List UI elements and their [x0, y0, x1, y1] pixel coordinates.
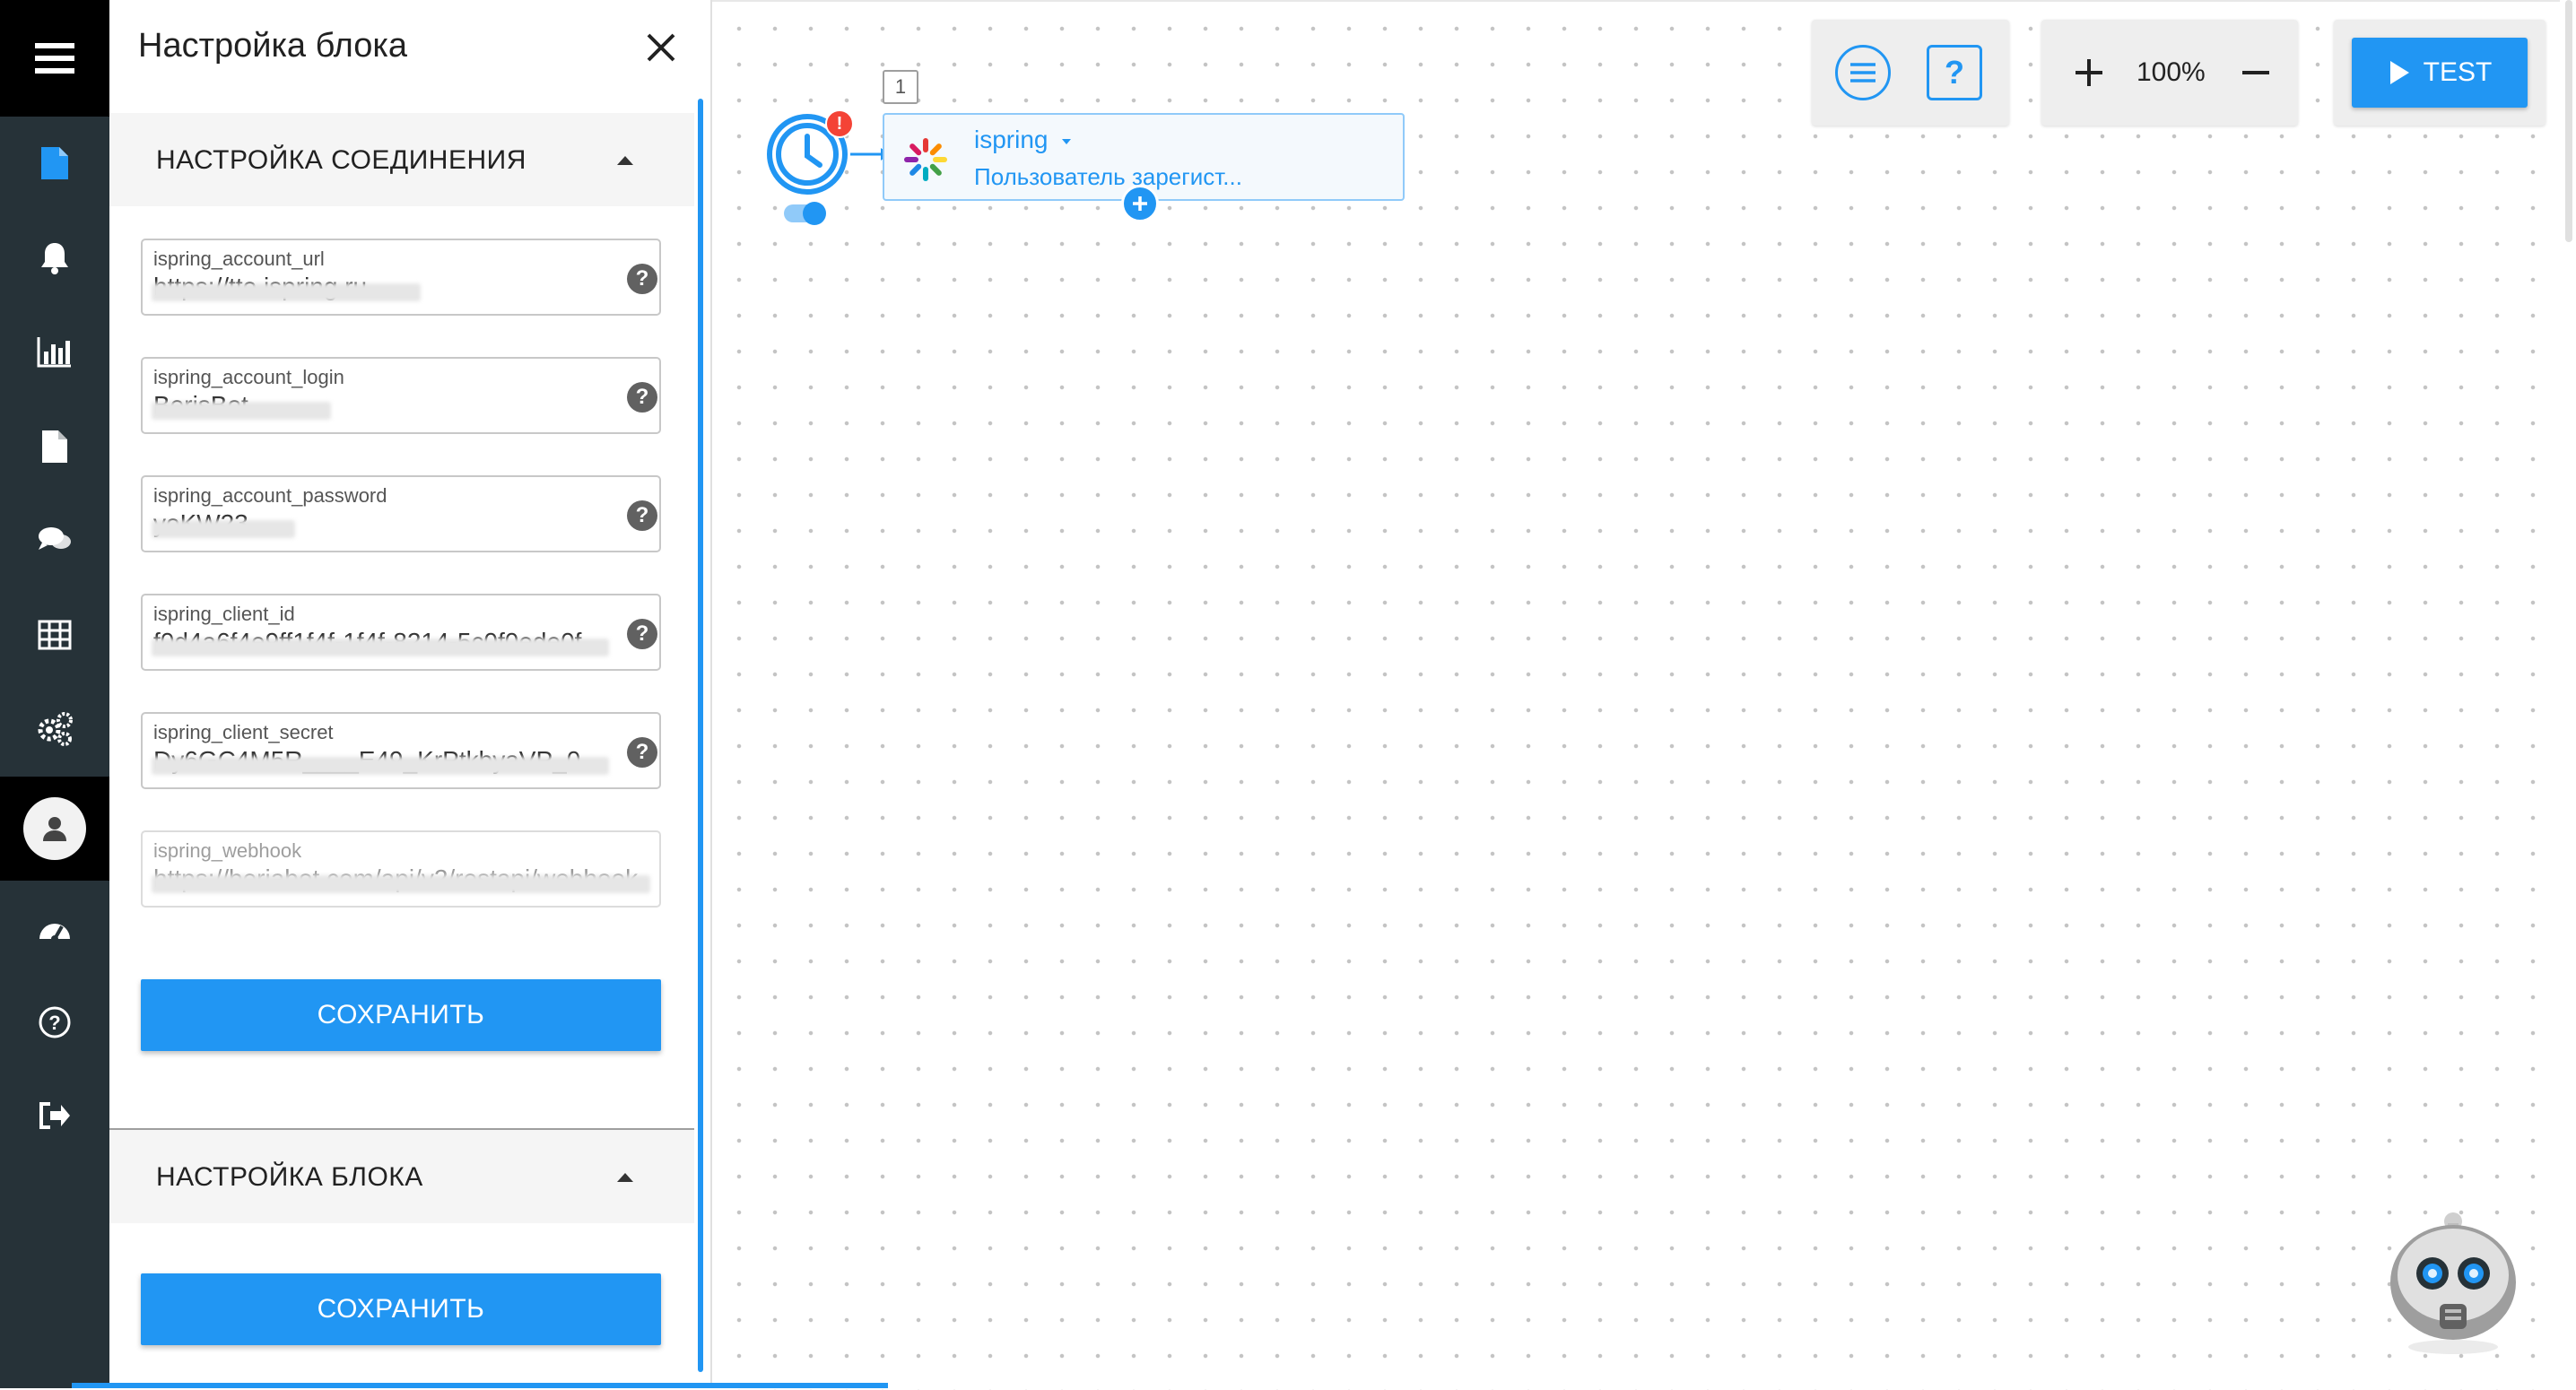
- test-label: TEST: [2423, 57, 2493, 87]
- ispring-account-login-field[interactable]: ispring_account_login BerisBot ?: [141, 357, 661, 434]
- chevron-up-icon[interactable]: [612, 147, 639, 174]
- ispring-webhook-field[interactable]: ispring_webhook https://beriabot.com/api…: [141, 830, 661, 908]
- ispring-client-secret-field[interactable]: ispring_client_secret Dy6GC4M5R____E49_K…: [141, 712, 661, 789]
- field-label: ispring_client_secret: [153, 721, 334, 743]
- bell-icon[interactable]: [0, 212, 109, 305]
- field-label: ispring_webhook: [153, 839, 302, 862]
- document-icon[interactable]: [0, 117, 109, 210]
- menu-icon[interactable]: [0, 0, 109, 117]
- caret-down-icon: [1062, 138, 1072, 144]
- user-avatar: [23, 797, 86, 860]
- chat-icon[interactable]: [0, 493, 109, 586]
- panel-scrollbar[interactable]: [698, 99, 703, 1372]
- zoom-out-icon[interactable]: [2233, 50, 2278, 95]
- help-icon[interactable]: ?: [627, 382, 657, 413]
- save-block-button[interactable]: СОХРАНИТЬ: [141, 1273, 661, 1345]
- panel-title: Настройка блока: [138, 27, 408, 65]
- dashboard-icon[interactable]: [0, 881, 109, 974]
- assistant-robot-icon[interactable]: [2386, 1203, 2520, 1356]
- flow-canvas[interactable]: ? 100% TEST ! 1 ispring Пользователь зар…: [712, 0, 2560, 1390]
- add-step-icon[interactable]: [1121, 185, 1159, 222]
- connection-section-header[interactable]: НАСТРОЙКА СОЕДИНЕНИЯ: [109, 113, 694, 206]
- help-icon[interactable]: ?: [627, 619, 657, 649]
- zoom-in-icon[interactable]: [2067, 50, 2111, 95]
- field-label: ispring_account_login: [153, 366, 344, 388]
- logout-icon[interactable]: [0, 1069, 109, 1162]
- svg-text:?: ?: [48, 1012, 60, 1034]
- gears-icon[interactable]: [0, 682, 109, 775]
- help-icon[interactable]: ?: [627, 500, 657, 531]
- block-title[interactable]: ispring: [974, 126, 1073, 154]
- zoom-level: 100%: [2137, 57, 2206, 87]
- chart-icon[interactable]: [0, 305, 109, 398]
- ispring-account-password-field[interactable]: ispring_account_password yoKW23 ?: [141, 475, 661, 552]
- chevron-up-icon[interactable]: [612, 1164, 639, 1191]
- zoom-controls: 100%: [2041, 20, 2298, 126]
- alert-badge: !: [825, 109, 854, 138]
- file-icon[interactable]: [0, 400, 109, 493]
- bottom-progress-bar: [72, 1383, 888, 1388]
- close-icon[interactable]: [639, 25, 683, 70]
- step-number: 1: [883, 70, 918, 104]
- canvas-scrollbar[interactable]: [2565, 0, 2572, 242]
- block-title-text: ispring: [974, 126, 1049, 153]
- app-sidebar: ?: [0, 0, 109, 1388]
- field-label: ispring_client_id: [153, 603, 295, 625]
- ispring-client-id-field[interactable]: ispring_client_id f0d4a6f4e9ff1f4f-1f4f-…: [141, 594, 661, 671]
- block-subtitle: Пользователь зарегист...: [974, 163, 1242, 190]
- ispring-logo-icon: [904, 138, 947, 181]
- list-menu-icon[interactable]: [1835, 45, 1891, 100]
- panel-header: Настройка блока: [109, 0, 710, 99]
- field-label: ispring_account_password: [153, 484, 387, 507]
- test-button[interactable]: TEST: [2352, 38, 2528, 108]
- block-section-header[interactable]: НАСТРОЙКА БЛОКА: [109, 1130, 694, 1223]
- field-label: ispring_account_url: [153, 248, 325, 270]
- block-section-title: НАСТРОЙКА БЛОКА: [156, 1162, 423, 1192]
- view-tools: ?: [1812, 20, 2009, 126]
- help-icon[interactable]: ?: [0, 976, 109, 1069]
- ispring-account-url-field[interactable]: ispring_account_url https://tto.ispring.…: [141, 239, 661, 316]
- table-icon[interactable]: [0, 588, 109, 682]
- play-icon: [2389, 61, 2409, 84]
- block-settings-panel: Настройка блока НАСТРОЙКА СОЕДИНЕНИЯ isp…: [109, 0, 712, 1388]
- sidebar-item-profile[interactable]: [0, 777, 109, 881]
- help-button[interactable]: ?: [1927, 45, 1982, 100]
- test-box: TEST: [2334, 20, 2546, 126]
- connection-section-title: НАСТРОЙКА СОЕДИНЕНИЯ: [156, 145, 527, 175]
- help-icon[interactable]: ?: [627, 264, 657, 294]
- save-connection-button[interactable]: СОХРАНИТЬ: [141, 979, 661, 1051]
- help-icon[interactable]: ?: [627, 737, 657, 768]
